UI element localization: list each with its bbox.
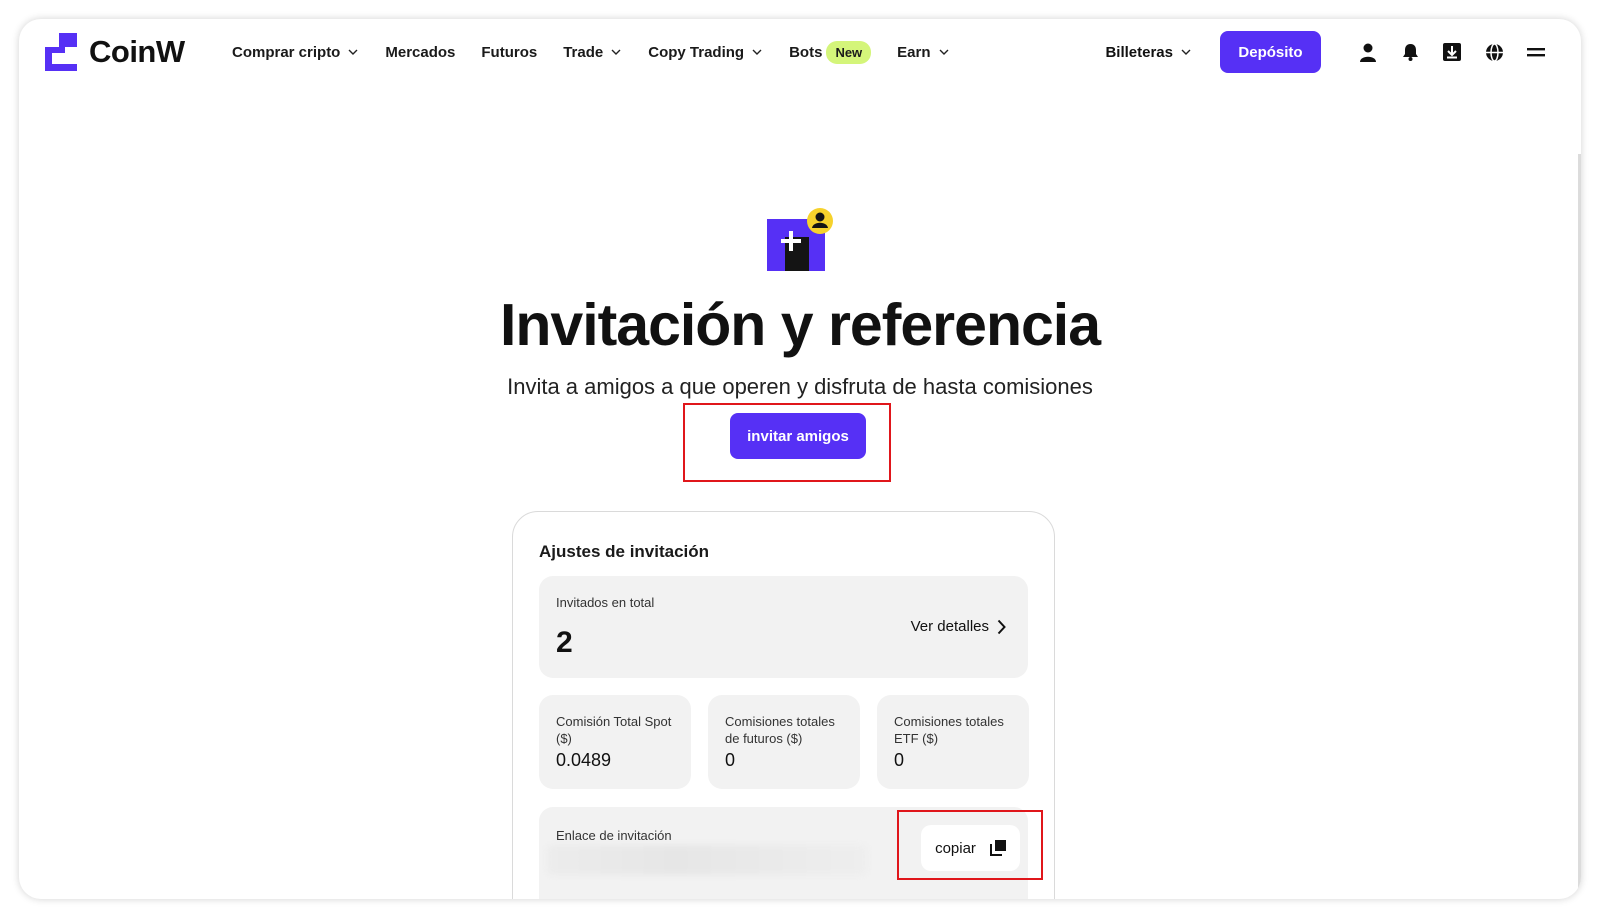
wallets-label: Billeteras (1105, 43, 1173, 61)
nav-label: Futuros (481, 43, 538, 61)
chevron-down-icon (939, 49, 949, 55)
stat-value: 0 (894, 750, 905, 770)
nav-bots[interactable]: Bots New (789, 40, 872, 64)
main-nav: Comprar cripto Mercados Futuros Trade Co… (232, 19, 976, 85)
header-actions: Billeteras Depósito (1105, 19, 1557, 85)
menu-icon[interactable] (1526, 42, 1546, 62)
nav-label: Earn (897, 43, 931, 61)
stat-value: 0 (725, 750, 736, 770)
coinw-logo-icon (45, 33, 77, 71)
chevron-down-icon (752, 49, 762, 55)
nav-trade[interactable]: Trade (563, 44, 622, 61)
view-details-link[interactable]: Ver detalles (911, 618, 1006, 635)
view-details-label: Ver detalles (910, 618, 989, 635)
invitation-link-label: Enlace de invitación (556, 828, 672, 843)
nav-mercados[interactable]: Mercados (385, 44, 455, 61)
total-invited-label: Invitados en total (556, 595, 655, 610)
nav-copy-trading[interactable]: Copy Trading (648, 44, 763, 61)
brand-name: CoinW (89, 34, 185, 69)
stat-label: Comisión Total Spot ($) (556, 714, 672, 746)
nav-label: Bots (789, 43, 823, 61)
new-badge: New (826, 40, 872, 64)
highlight-box-invite (683, 403, 891, 482)
total-invited-panel: Invitados en total 2 Ver detalles (539, 576, 1028, 678)
bell-icon[interactable] (1400, 42, 1420, 62)
chevron-right-icon (997, 619, 1006, 634)
top-header: CoinW Comprar cripto Mercados Futuros Tr… (19, 19, 1581, 85)
nav-label: Mercados (385, 43, 456, 61)
stat-etf-panel: Comisiones totales ETF ($) 0 (877, 695, 1029, 789)
brand-logo[interactable]: CoinW (45, 33, 185, 71)
nav-label: Comprar cripto (232, 43, 341, 61)
total-invited-value: 2 (556, 626, 573, 659)
globe-icon[interactable] (1484, 42, 1504, 62)
card-title: Ajustes de invitación (539, 542, 710, 561)
highlight-box-copy (897, 810, 1043, 880)
deposit-button[interactable]: Depósito (1220, 31, 1321, 73)
page-scrollbar[interactable] (1578, 154, 1581, 899)
nav-comprar-cripto[interactable]: Comprar cripto (232, 44, 359, 61)
chevron-down-icon (348, 49, 358, 55)
page-title: Invitación y referencia (499, 292, 1101, 358)
wallets-menu[interactable]: Billeteras (1105, 44, 1192, 61)
chevron-down-icon (1181, 49, 1191, 55)
stat-futures-panel: Comisiones totales de futuros ($) 0 (708, 695, 860, 789)
nav-label: Copy Trading (648, 43, 745, 61)
invitation-link-value-blurred (547, 845, 867, 875)
invite-user-icon (767, 208, 833, 271)
stat-label: Comisiones totales de futuros ($) (725, 714, 835, 746)
download-icon[interactable] (1442, 42, 1462, 62)
nav-earn[interactable]: Earn (897, 44, 949, 61)
stat-spot-panel: Comisión Total Spot ($) 0.0489 (539, 695, 691, 789)
chevron-down-icon (611, 49, 621, 55)
stat-value: 0.0489 (556, 750, 612, 770)
nav-label: Trade (563, 43, 604, 61)
user-icon[interactable] (1358, 42, 1378, 62)
nav-futuros[interactable]: Futuros (481, 44, 537, 61)
stat-label: Comisiones totales ETF ($) (894, 714, 1004, 746)
browser-frame: CoinW Comprar cripto Mercados Futuros Tr… (19, 19, 1581, 899)
page-subtitle: Invita a amigos a que operen y disfruta … (507, 374, 1093, 399)
